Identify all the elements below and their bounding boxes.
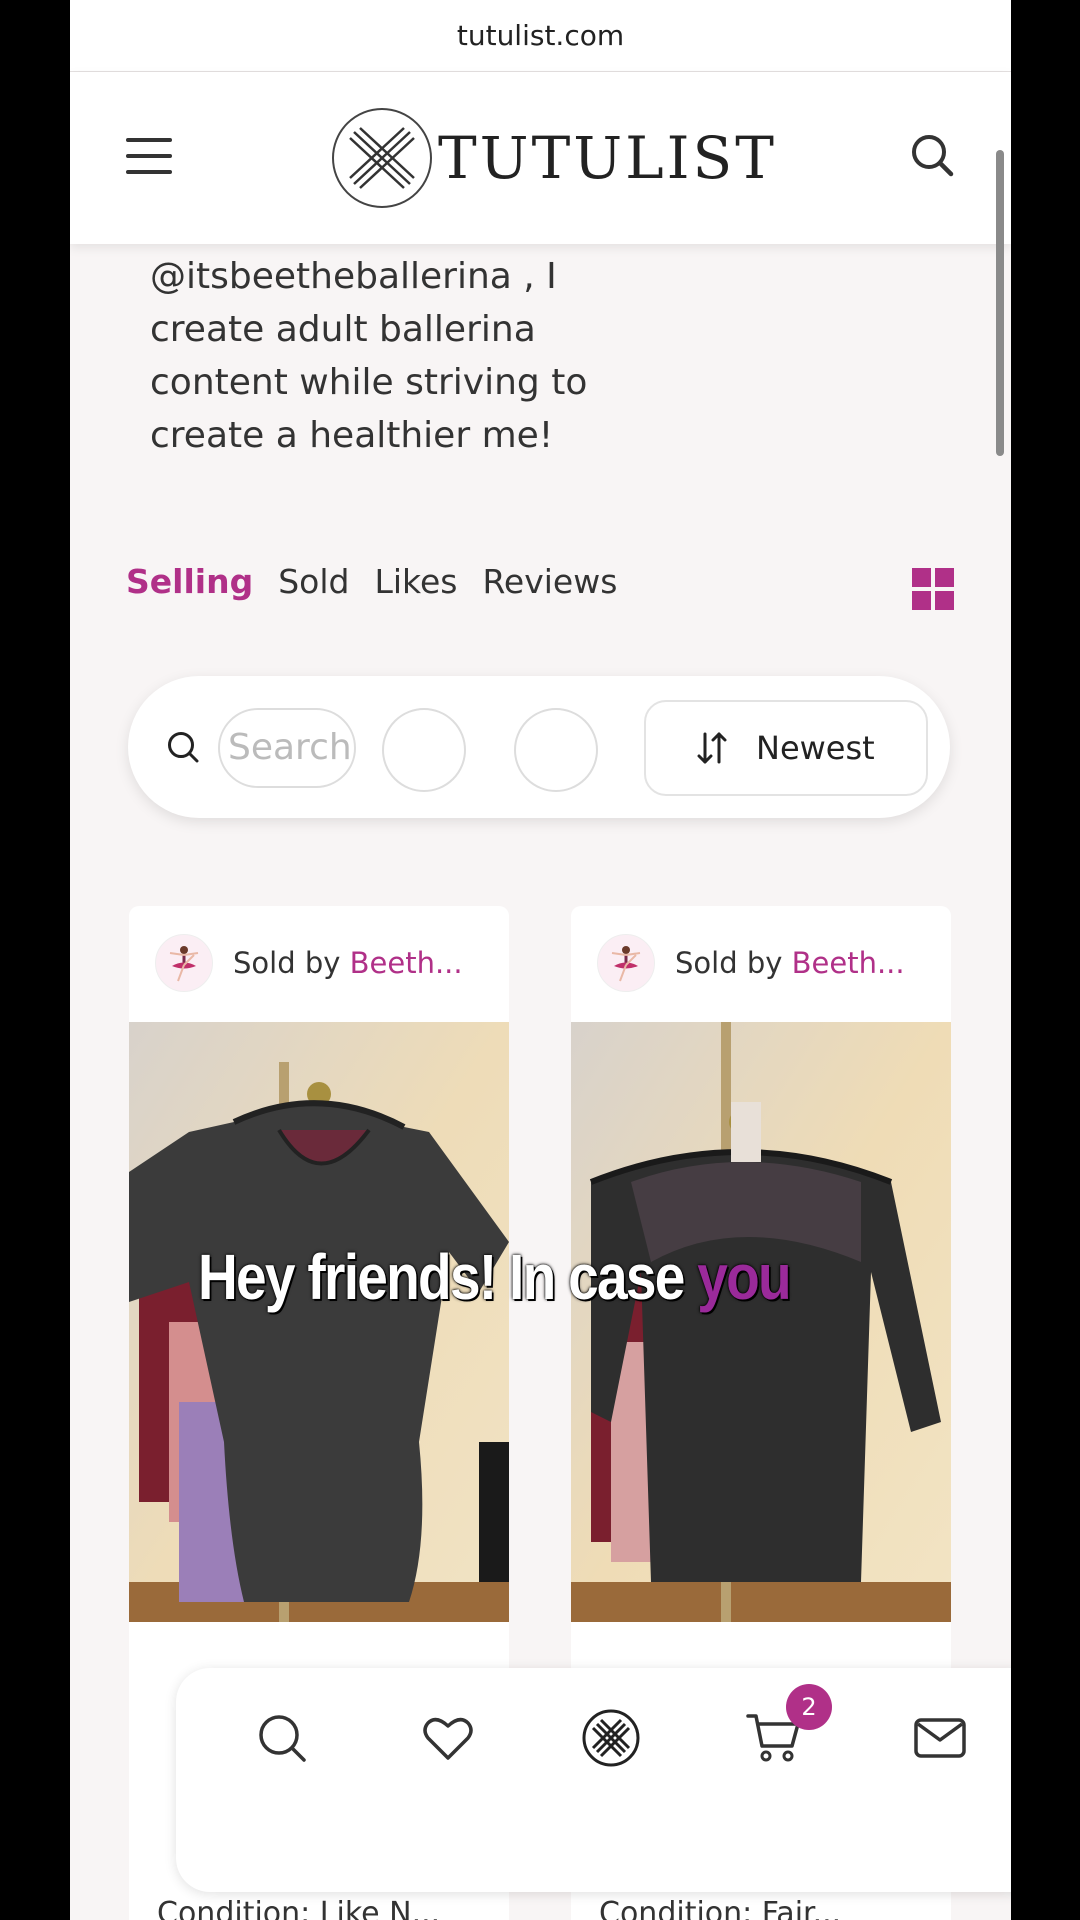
- nav-home[interactable]: [581, 1708, 641, 1768]
- nav-messages[interactable]: [910, 1708, 970, 1768]
- listing-photo[interactable]: [571, 1022, 951, 1622]
- bottom-nav-bar: 2: [176, 1668, 1011, 1892]
- app-page: tutulist.com TUTULIST @itsbeetheballerin…: [70, 0, 1011, 1920]
- nav-search[interactable]: [252, 1708, 312, 1768]
- cart-count-badge: 2: [786, 1684, 832, 1730]
- logo-wordmark: TUTULIST: [438, 124, 777, 192]
- profile-tabs: Selling Sold Likes Reviews: [126, 562, 642, 601]
- tab-sold[interactable]: Sold: [278, 562, 349, 601]
- search-input[interactable]: Search: [218, 708, 356, 788]
- search-icon: [168, 732, 199, 763]
- heart-icon: [423, 1717, 473, 1760]
- mail-icon: [914, 1718, 966, 1758]
- ballerina-icon: [169, 946, 199, 982]
- search-icon[interactable]: [909, 132, 955, 178]
- tab-reviews[interactable]: Reviews: [482, 562, 617, 601]
- filter-chip[interactable]: [514, 708, 598, 792]
- seller-name-link[interactable]: Beeth...: [792, 946, 905, 980]
- ballerina-icon: [611, 946, 641, 982]
- profile-bio: @itsbeetheballerina , I create adult bal…: [150, 256, 588, 456]
- site-logo[interactable]: TUTULIST: [330, 106, 777, 210]
- tab-selling[interactable]: Selling: [126, 562, 253, 601]
- seller-name-link[interactable]: Beeth...: [350, 946, 463, 980]
- browser-url-bar[interactable]: tutulist.com: [70, 0, 1011, 72]
- nav-likes[interactable]: [418, 1708, 478, 1768]
- seller-info: Sold by Beeth...: [155, 934, 463, 992]
- avatar[interactable]: [155, 934, 213, 992]
- filter-chip[interactable]: [382, 708, 466, 792]
- search-icon: [259, 1715, 306, 1762]
- tab-likes[interactable]: Likes: [374, 562, 457, 601]
- filter-bar: Search Newest: [128, 676, 950, 818]
- listing-condition: Condition: Like N...: [157, 1896, 441, 1920]
- caption-highlight: you: [697, 1241, 791, 1313]
- video-caption: Hey friends! In case you: [198, 1240, 792, 1314]
- tutulist-logo-icon: [582, 1709, 640, 1767]
- menu-icon[interactable]: [126, 138, 172, 174]
- seller-info: Sold by Beeth...: [597, 934, 905, 992]
- sold-by-label: Sold by: [675, 946, 792, 980]
- sort-button[interactable]: Newest: [644, 700, 928, 796]
- listing-photo[interactable]: [129, 1022, 509, 1622]
- listing-condition: Condition: Fair...: [599, 1896, 842, 1920]
- sold-by-label: Sold by: [233, 946, 350, 980]
- tutulist-logo-icon: [332, 108, 432, 208]
- sort-label: Newest: [756, 729, 875, 767]
- scrollbar[interactable]: [996, 150, 1004, 456]
- avatar[interactable]: [597, 934, 655, 992]
- sort-arrows-icon: [697, 732, 727, 764]
- grid-view-icon[interactable]: [912, 568, 954, 610]
- caption-text: Hey friends! In case: [198, 1241, 698, 1313]
- url-text: tutulist.com: [456, 19, 625, 52]
- site-header: TUTULIST: [70, 72, 1011, 244]
